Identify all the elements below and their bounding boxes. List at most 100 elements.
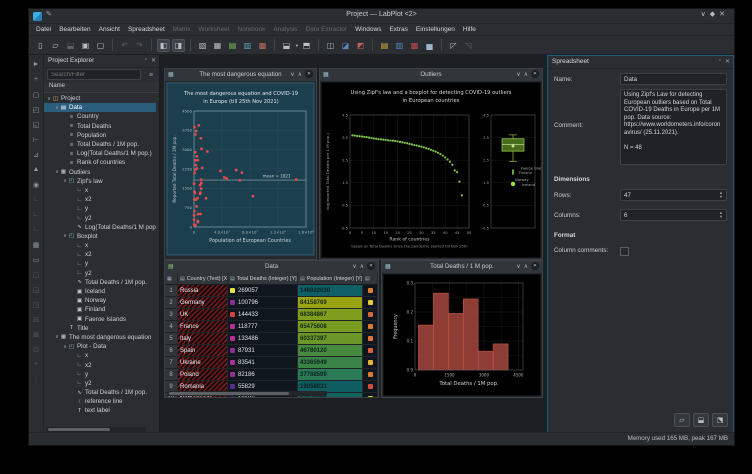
add-matrix-icon[interactable]: ▥ bbox=[393, 39, 406, 52]
row-number[interactable]: 3 bbox=[165, 309, 178, 320]
cursor-tool-icon[interactable]: ⊢ bbox=[31, 134, 42, 145]
cell-extra[interactable] bbox=[363, 345, 378, 356]
row-number[interactable]: 4 bbox=[165, 321, 178, 332]
cell-total-deaths[interactable]: 83541 bbox=[228, 357, 298, 368]
tree-item-total-deaths-1m-pop-[interactable]: ≡ Total Deaths / 1M pop. bbox=[44, 140, 156, 149]
tree-item-plot-data[interactable]: ∨ ◰ Plot - Data bbox=[44, 342, 156, 351]
load-template-button[interactable]: ▱ bbox=[674, 413, 690, 427]
tree-item-title[interactable]: T Title bbox=[44, 324, 156, 333]
cell-extra[interactable] bbox=[363, 333, 378, 344]
menu-einstellungen[interactable]: Einstellungen bbox=[412, 25, 459, 34]
tree-item-norway[interactable]: ▣ Norway bbox=[44, 296, 156, 305]
tree-item-outliers[interactable]: ∨ ▦ Outliers bbox=[44, 168, 156, 177]
column-comments-checkbox[interactable] bbox=[620, 247, 629, 256]
row-number[interactable]: 6 bbox=[165, 345, 178, 356]
cell-country[interactable]: Poland bbox=[178, 369, 228, 380]
print-preview-icon[interactable]: ▢ bbox=[94, 39, 107, 52]
dock-float-icon[interactable]: ▫ bbox=[719, 58, 721, 65]
menu-ansicht[interactable]: Ansicht bbox=[95, 25, 124, 34]
row-number[interactable]: 8 bbox=[165, 369, 178, 380]
cell-total-deaths[interactable]: 82186 bbox=[228, 369, 298, 380]
tree-item-data[interactable]: ∨ ▤ Data bbox=[44, 103, 156, 113]
column-header-Country (Text) [X][interactable]: ▤ Country (Text) [X] bbox=[178, 273, 228, 284]
maximize-icon[interactable]: ∧ bbox=[524, 71, 528, 78]
save-as-template-button[interactable]: ⬔ bbox=[712, 413, 728, 427]
print-icon[interactable]: ▣ bbox=[79, 39, 92, 52]
tree-item-log-total-deaths-1-m-pop-[interactable]: ≡ Log(Total Deaths/1 M pop.) bbox=[44, 149, 156, 158]
new-note-icon[interactable]: ◸ bbox=[447, 39, 460, 52]
row-number[interactable]: 2 bbox=[165, 297, 178, 308]
shade-icon[interactable]: ∨ bbox=[516, 263, 520, 270]
add-curve-tool-icon[interactable]: ▦ bbox=[31, 239, 42, 250]
tree-item-country[interactable]: ≡ Country bbox=[44, 112, 156, 121]
cell-extra[interactable] bbox=[363, 297, 378, 308]
outliers-plot-canvas[interactable]: Using Zipf's law and a boxplot for detec… bbox=[320, 81, 542, 259]
auto-scale-tool-icon[interactable]: ⊿ bbox=[31, 149, 42, 160]
column-header-corner[interactable]: ▦ bbox=[165, 273, 178, 284]
cell-country[interactable]: Ukraine bbox=[178, 357, 228, 368]
close-icon[interactable]: ✕ bbox=[305, 70, 313, 78]
row-number[interactable]: 1 bbox=[165, 285, 178, 296]
add-spreadsheet-icon[interactable]: ▤ bbox=[378, 39, 391, 52]
name-input[interactable] bbox=[620, 73, 727, 85]
cell-total-deaths[interactable]: 133486 bbox=[228, 333, 298, 344]
tree-item-iceland[interactable]: ▣ Iceland bbox=[44, 287, 156, 296]
tree-item-x[interactable]: ∟ x bbox=[44, 241, 156, 250]
maximize-icon[interactable]: ∧ bbox=[360, 263, 364, 270]
columns-spinbox[interactable]: ▲▼ bbox=[620, 209, 727, 221]
zoom-x-select-tool-icon[interactable]: ◰ bbox=[31, 104, 42, 115]
toggle-properties-explorer-icon[interactable]: ◨ bbox=[172, 38, 185, 52]
cell-population[interactable]: 60337397 bbox=[298, 333, 363, 344]
zoom-y-select-tool-icon[interactable]: ◱ bbox=[31, 119, 42, 130]
auto-scale-x-tool-icon[interactable]: ▲ bbox=[31, 164, 42, 175]
new-notebook-icon[interactable]: ◪ bbox=[339, 39, 352, 52]
window-maximize-icon[interactable]: ◆ bbox=[710, 11, 719, 18]
column-header-Total Deaths (Integer) [Y][interactable]: ▤ Total Deaths (Integer) [Y] bbox=[228, 273, 298, 284]
tree-item-x[interactable]: ∟ x bbox=[44, 186, 156, 195]
new-folder-icon[interactable]: ▧ bbox=[196, 39, 209, 52]
cell-extra[interactable] bbox=[363, 381, 378, 392]
menu-extras[interactable]: Extras bbox=[385, 25, 411, 34]
menu-spreadsheet[interactable]: Spreadsheet bbox=[124, 25, 169, 34]
cell-population[interactable]: 146022030 bbox=[298, 285, 363, 296]
save-template-button[interactable]: ⬓ bbox=[693, 413, 709, 427]
new-project-icon[interactable]: ▯ bbox=[34, 39, 47, 52]
tree-item-the-most-dangerous-equation[interactable]: ∨ ▦ The most dangerous equation bbox=[44, 333, 156, 342]
cell-country[interactable]: France bbox=[178, 321, 228, 332]
cell-population[interactable]: 84158769 bbox=[298, 297, 363, 308]
new-spreadsheet-icon[interactable]: ▤ bbox=[226, 39, 239, 52]
dock-close-icon[interactable]: ✕ bbox=[725, 58, 730, 65]
zoom-select-tool-icon[interactable]: ▢ bbox=[31, 89, 42, 100]
cell-extra[interactable] bbox=[363, 321, 378, 332]
tree-item-log-total-deaths-1-m-pop-[interactable]: ∿ Log(Total Deaths/1 M pop.) bbox=[44, 223, 156, 232]
add-worksheet-icon[interactable]: ▩ bbox=[408, 39, 421, 52]
cell-population[interactable]: 65475608 bbox=[298, 321, 363, 332]
cell-extra[interactable] bbox=[363, 369, 378, 380]
tree-item-rank-of-countries[interactable]: ≡ Rank of countries bbox=[44, 158, 156, 167]
maximize-icon[interactable]: ∧ bbox=[298, 71, 302, 78]
tree-item-text-label[interactable]: Ttext label bbox=[44, 406, 156, 415]
tree-item-y2[interactable]: ∟ y2 bbox=[44, 379, 156, 388]
zoom-in-tool-icon[interactable]: ◉ bbox=[31, 179, 42, 190]
table-hscrollbar[interactable] bbox=[167, 391, 327, 396]
tree-item-total-deaths[interactable]: ≡ Total Deaths bbox=[44, 122, 156, 131]
new-workbook-icon[interactable]: ▦ bbox=[211, 39, 224, 52]
new-live-data-icon[interactable]: ◫ bbox=[324, 39, 337, 52]
row-number[interactable]: 7 bbox=[165, 357, 178, 368]
cell-population[interactable]: 46780120 bbox=[298, 345, 363, 356]
tree-item-x2[interactable]: ∟ x2 bbox=[44, 195, 156, 204]
tree-item-faeroe-islands[interactable]: ▣ Faeroe Islands bbox=[44, 315, 156, 324]
cell-population[interactable]: 43365949 bbox=[298, 357, 363, 368]
tree-item-x2[interactable]: ∟ x2 bbox=[44, 360, 156, 369]
column-header-corner[interactable]: ▤ bbox=[363, 273, 378, 284]
new-worksheet-icon[interactable]: ▩ bbox=[256, 39, 269, 52]
tree-item-boxplot[interactable]: ∨ ◰ Boxplot bbox=[44, 232, 156, 241]
cell-extra[interactable] bbox=[363, 309, 378, 320]
new-datapicker-icon[interactable]: ◩ bbox=[354, 39, 367, 52]
tree-item-y[interactable]: ∟ y bbox=[44, 204, 156, 213]
add-image-tool-icon[interactable]: ▭ bbox=[31, 254, 42, 265]
titlebar[interactable]: ✎ Project — LabPlot <2> ∨◆✕ bbox=[29, 9, 734, 24]
window-shade-icon[interactable]: ∨ bbox=[701, 11, 710, 18]
cell-country[interactable]: UK bbox=[178, 309, 228, 320]
filter-options-icon[interactable]: ≡ bbox=[146, 70, 156, 80]
